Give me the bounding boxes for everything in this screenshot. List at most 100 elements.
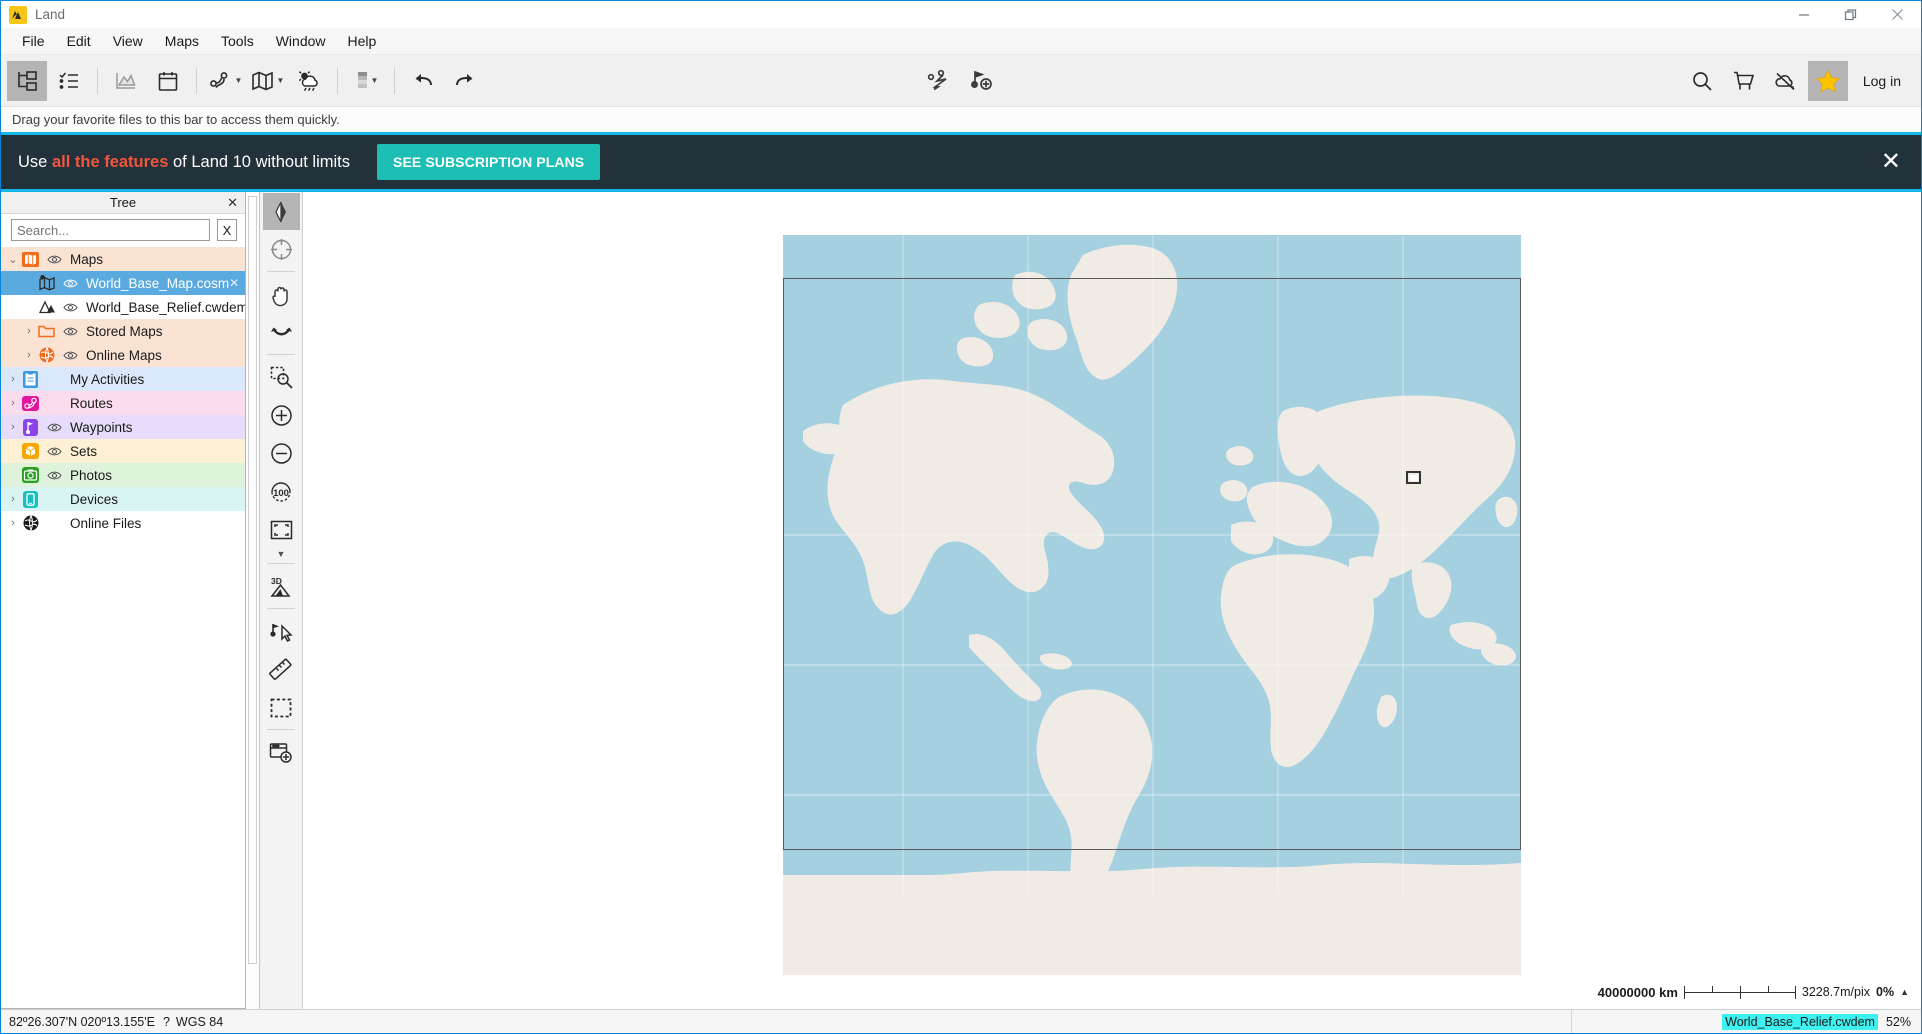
menu-window[interactable]: Window: [265, 28, 337, 54]
undo-view-icon[interactable]: [263, 314, 300, 351]
visibility-eye-icon[interactable]: [44, 470, 64, 481]
map-fold-icon[interactable]: ▼: [247, 61, 287, 101]
zoom-100-icon[interactable]: 100: [263, 473, 300, 510]
tree-item-label: Waypoints: [70, 419, 133, 435]
search-icon[interactable]: [1682, 61, 1722, 101]
star-icon[interactable]: [1807, 60, 1848, 101]
world-map-image[interactable]: [783, 235, 1521, 975]
pan-hand-icon[interactable]: [263, 276, 300, 313]
compass-needle-icon[interactable]: [262, 193, 300, 230]
measure-ruler-icon[interactable]: [263, 651, 300, 688]
map-canvas[interactable]: 40000000 km 3228.7m/pix 0% ▲: [303, 192, 1921, 1009]
close-button[interactable]: [1874, 1, 1921, 28]
zoom-rectangle-icon[interactable]: [263, 359, 300, 396]
menu-help[interactable]: Help: [337, 28, 388, 54]
cloud-offline-icon[interactable]: [1766, 61, 1806, 101]
cart-icon[interactable]: [1724, 61, 1764, 101]
visibility-eye-icon[interactable]: [60, 326, 80, 337]
visibility-eye-icon[interactable]: [44, 254, 64, 265]
visibility-eye-icon[interactable]: [44, 422, 64, 433]
undo-icon[interactable]: [403, 61, 443, 101]
weather-icon[interactable]: [289, 61, 329, 101]
menu-file[interactable]: File: [11, 28, 56, 54]
clear-search-button[interactable]: X: [217, 219, 237, 241]
tree-item-world-base-map-cosm[interactable]: World_Base_Map.cosm ✕: [1, 271, 245, 295]
zoom-out-icon[interactable]: [263, 435, 300, 472]
fit-screen-icon[interactable]: [263, 511, 300, 548]
tree-panel-scrollbar[interactable]: [246, 192, 260, 1009]
tree-item-stored-maps[interactable]: › Stored Maps: [1, 319, 245, 343]
tree-item-photos[interactable]: Photos: [1, 463, 245, 487]
tree-item-waypoints[interactable]: › Waypoints: [1, 415, 245, 439]
chevron-down-icon[interactable]: ⌄: [5, 253, 21, 266]
visibility-eye-icon[interactable]: [60, 278, 80, 289]
chevron-right-icon[interactable]: ›: [21, 325, 37, 337]
chevron-down-icon[interactable]: ▼: [235, 76, 243, 85]
layers-opacity-icon[interactable]: ▼: [346, 61, 386, 101]
scrollbar-thumb[interactable]: [248, 196, 257, 964]
login-button[interactable]: Log in: [1863, 73, 1901, 89]
tree-item-routes[interactable]: › Routes: [1, 391, 245, 415]
chevron-right-icon[interactable]: ›: [5, 397, 21, 409]
route-icon[interactable]: ▼: [205, 61, 245, 101]
chevron-right-icon[interactable]: ›: [21, 349, 37, 361]
chevron-down-icon[interactable]: ▼: [277, 76, 285, 85]
expand-icon[interactable]: ▲: [1900, 987, 1909, 997]
favorites-bar[interactable]: Drag your favorite files to this bar to …: [1, 107, 1921, 135]
tree-item-maps[interactable]: ⌄ Maps: [1, 247, 245, 271]
add-waypoint-icon[interactable]: [962, 61, 1002, 101]
visibility-eye-icon[interactable]: [44, 446, 64, 457]
select-pointer-icon[interactable]: [263, 613, 300, 650]
tree-item-label: Online Files: [70, 515, 142, 531]
visibility-eye-icon[interactable]: [60, 350, 80, 361]
chevron-right-icon[interactable]: ›: [5, 373, 21, 385]
tree-item-devices[interactable]: › Devices: [1, 487, 245, 511]
promo-text-highlight: all the features: [51, 152, 169, 171]
close-icon[interactable]: ✕: [227, 195, 238, 211]
create-route-icon[interactable]: [920, 61, 960, 101]
chevron-right-icon[interactable]: ›: [5, 517, 21, 529]
tree-item-online-files[interactable]: › Online Files: [1, 511, 245, 535]
marquee-select-icon[interactable]: [263, 689, 300, 726]
routes-icon: [21, 394, 40, 413]
menu-edit[interactable]: Edit: [56, 28, 102, 54]
close-icon[interactable]: ✕: [1881, 150, 1901, 174]
checklist-icon[interactable]: [49, 61, 89, 101]
see-subscription-plans-button[interactable]: SEE SUBSCRIPTION PLANS: [377, 144, 601, 180]
app-icon: [9, 5, 27, 24]
visibility-eye-icon[interactable]: [60, 302, 80, 313]
chevron-down-icon[interactable]: ▼: [277, 548, 286, 560]
window-controls: [1780, 1, 1921, 28]
tree-item-label: Stored Maps: [86, 323, 163, 339]
menu-view[interactable]: View: [102, 28, 154, 54]
chevron-right-icon[interactable]: ›: [5, 493, 21, 505]
tree-item-sets[interactable]: Sets: [1, 439, 245, 463]
tree-item-online-maps[interactable]: › Online Maps: [1, 343, 245, 367]
toolbar-separator: [394, 67, 395, 94]
maximize-button[interactable]: [1827, 1, 1874, 28]
tree-item-my-activities[interactable]: › My Activities: [1, 367, 245, 391]
tree-item-label: Routes: [70, 395, 113, 411]
chevron-right-icon[interactable]: ›: [5, 421, 21, 433]
menu-bar: File Edit View Maps Tools Window Help: [1, 28, 1921, 55]
3d-view-icon[interactable]: 3D: [263, 568, 300, 605]
chevron-down-icon[interactable]: ▼: [371, 76, 379, 85]
menu-maps[interactable]: Maps: [154, 28, 210, 54]
center-target-icon[interactable]: [263, 231, 300, 268]
tree-panel-icon[interactable]: [7, 60, 47, 101]
status-help-icon[interactable]: ?: [155, 1015, 170, 1029]
calendar-icon[interactable]: [148, 61, 188, 101]
tree-search-row: X: [1, 214, 245, 247]
relief-file-icon: [37, 298, 56, 317]
zoom-in-icon[interactable]: [263, 397, 300, 434]
minimize-button[interactable]: [1780, 1, 1827, 28]
redo-icon[interactable]: [445, 61, 485, 101]
search-input[interactable]: [11, 219, 210, 241]
close-icon[interactable]: ✕: [229, 276, 245, 290]
status-coordinates: 82º26.307'N 020º13.155'E: [9, 1014, 155, 1029]
maps-folder-icon: [21, 250, 40, 269]
menu-tools[interactable]: Tools: [210, 28, 265, 54]
tree-item-world-base-relief-cwdem[interactable]: World_Base_Relief.cwdem: [1, 295, 245, 319]
new-window-icon[interactable]: [263, 734, 300, 771]
elevation-graph-icon[interactable]: [106, 61, 146, 101]
